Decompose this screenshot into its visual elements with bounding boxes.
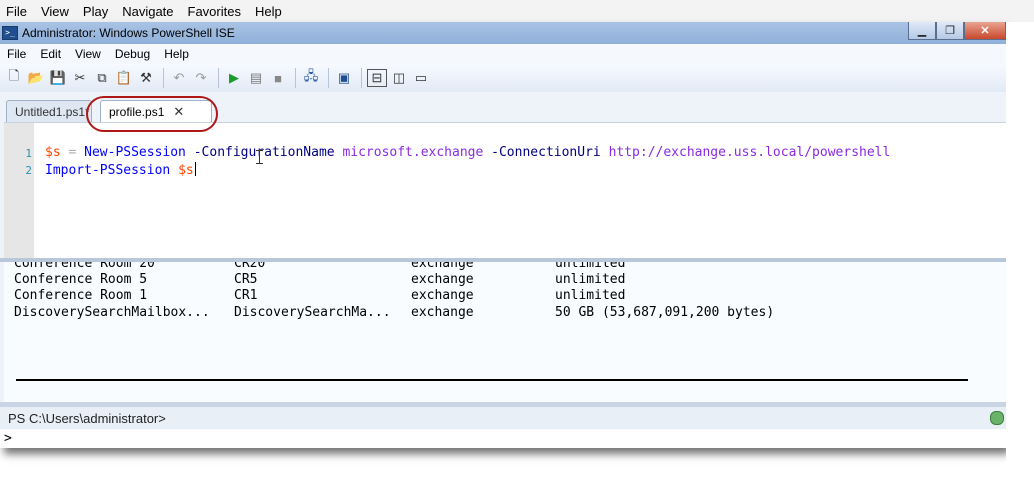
code-line-2: Import-PSSession $s (45, 162, 196, 178)
tab-profile[interactable]: profile.ps1 ✕ (100, 100, 212, 122)
run-icon[interactable]: ▶ (224, 68, 244, 88)
layout-top-icon[interactable]: ⊟ (367, 69, 387, 87)
menu-edit[interactable]: Edit (33, 47, 68, 61)
prompt-path: PS C:\Users\administrator> (8, 410, 166, 426)
line-number-gutter: 1 2 (4, 123, 34, 259)
toolbar-separator (295, 68, 296, 88)
host-menubar: File View Play Navigate Favorites Help (0, 0, 1034, 22)
layout-max-icon[interactable]: ▭ (411, 68, 431, 88)
powershell-icon[interactable]: ▣ (334, 68, 354, 88)
tab-strip: Untitled1.ps1* profile.ps1 ✕ (0, 94, 1006, 122)
token-variable: $s (178, 163, 194, 178)
menu-help[interactable]: Help (157, 47, 196, 61)
token-parameter: -ConnectionUri (491, 145, 601, 160)
host-menu-navigate[interactable]: Navigate (115, 4, 180, 19)
background-edge (1006, 22, 1034, 477)
cut-icon[interactable]: ✂ (70, 68, 90, 88)
toolbar-separator (163, 68, 164, 88)
command-prompt-symbol: > (4, 431, 12, 446)
ise-window: >_ Administrator: Windows PowerShell ISE… (0, 22, 1006, 448)
prompt-bar: PS C:\Users\administrator> (0, 407, 1006, 429)
toolbar-separator (328, 68, 329, 88)
close-icon[interactable]: ✕ (173, 104, 184, 120)
restore-button[interactable]: ❐ (936, 22, 964, 40)
code-line-1: $s = New-PSSession -ConfigurationName mi… (45, 145, 890, 160)
text-caret (194, 162, 196, 176)
command-input[interactable]: > (0, 429, 1006, 448)
token-argument: microsoft.exchange (342, 145, 484, 160)
run-selection-icon[interactable]: ▤ (246, 68, 266, 88)
app-menubar: File Edit View Debug Help (0, 44, 1006, 64)
toolbar-separator (361, 68, 362, 88)
tab-label: profile.ps1 (109, 104, 165, 119)
host-menu-file[interactable]: File (0, 4, 34, 19)
line-number: 2 (25, 164, 32, 177)
redo-icon[interactable]: ↷ (191, 68, 211, 88)
line-number: 1 (25, 147, 32, 160)
layout-right-icon[interactable]: ◫ (389, 68, 409, 88)
stop-icon[interactable]: ■ (268, 68, 288, 88)
token-command: Import-PSSession (45, 163, 171, 178)
copy-icon[interactable]: ⧉ (92, 68, 112, 88)
toolbar-separator (218, 68, 219, 88)
tab-untitled1[interactable]: Untitled1.ps1* (6, 100, 92, 122)
output-pane[interactable]: Conference Room 20 CR20 exchange unlimit… (4, 262, 1006, 402)
minimize-button[interactable]: ▁ (908, 22, 936, 40)
token-variable: $s (45, 145, 61, 160)
toolbar: 🗋 📂 💾 ✂ ⧉ 📋 ⚒ ↶ ↷ ▶ ▤ ■ 🖧 ▣ ⊟ ◫ ▭ (0, 64, 1006, 92)
clear-icon[interactable]: ⚒ (136, 68, 156, 88)
menu-debug[interactable]: Debug (108, 47, 157, 61)
token-operator: = (68, 145, 77, 160)
host-menu-help[interactable]: Help (248, 4, 289, 19)
paste-icon[interactable]: 📋 (114, 68, 134, 88)
title-bar[interactable]: >_ Administrator: Windows PowerShell ISE… (0, 22, 1006, 44)
token-argument: http://exchange.uss.local/powershell (608, 145, 891, 160)
host-menu-play[interactable]: Play (76, 4, 115, 19)
open-icon[interactable]: 📂 (26, 68, 46, 88)
token-parameter: -ConfigurationName (193, 145, 335, 160)
status-icon (990, 411, 1004, 425)
window-controls: ▁ ❐ ✕ (908, 22, 1006, 42)
new-icon[interactable]: 🗋 (4, 68, 24, 88)
remote-icon[interactable]: 🖧 (301, 68, 321, 88)
close-button[interactable]: ✕ (964, 22, 1006, 40)
menu-file[interactable]: File (0, 47, 33, 61)
ibeam-cursor-icon (256, 150, 264, 164)
powershell-icon: >_ (2, 26, 18, 40)
script-editor[interactable]: 1 2 $s = New-PSSession -ConfigurationNam… (4, 122, 1006, 259)
menu-view[interactable]: View (68, 47, 108, 61)
undo-icon[interactable]: ↶ (169, 68, 189, 88)
tab-label: Untitled1.ps1* (15, 104, 90, 119)
output-separator-line (16, 379, 968, 381)
window-title: Administrator: Windows PowerShell ISE (22, 26, 235, 40)
host-menu-view[interactable]: View (34, 4, 76, 19)
save-icon[interactable]: 💾 (48, 68, 68, 88)
host-menu-favorites[interactable]: Favorites (181, 4, 248, 19)
token-command: New-PSSession (84, 145, 186, 160)
